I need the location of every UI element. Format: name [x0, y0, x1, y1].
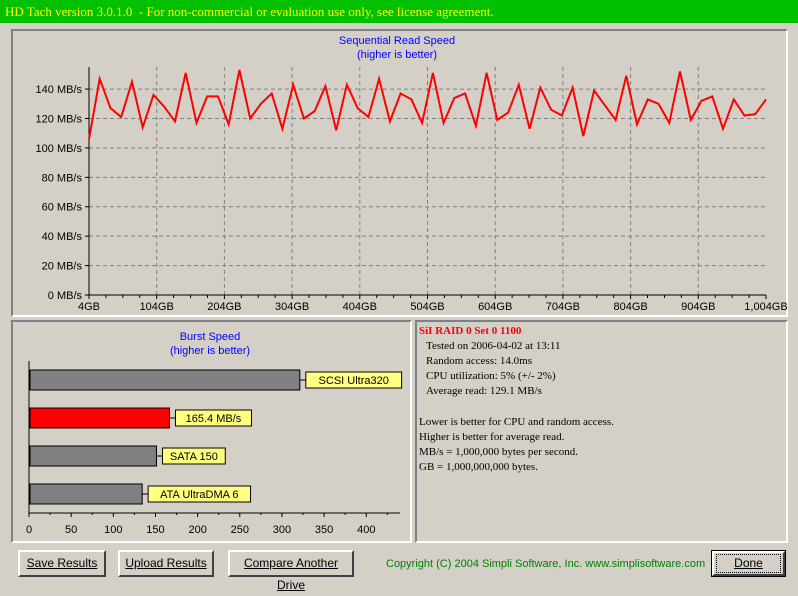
note-higher-better: Higher is better for average read. — [419, 431, 565, 443]
save-results-button[interactable]: Save Results — [18, 550, 106, 577]
note-mb-definition: MB/s = 1,000,000 bytes per second. — [419, 446, 578, 458]
done-button[interactable]: Done — [711, 550, 786, 577]
compare-drive-label: Compare Another Drive — [243, 556, 339, 592]
random-access: Random access: 14.0ms — [426, 355, 533, 367]
upload-results-button[interactable]: Upload Results — [118, 550, 214, 577]
note-lower-better: Lower is better for CPU and random acces… — [419, 416, 614, 428]
compare-drive-button[interactable]: Compare Another Drive — [228, 550, 354, 592]
cpu-utilization: CPU utilization: 5% (+/- 2%) — [426, 370, 556, 382]
copyright-text: Copyright (C) 2004 Simpli Software, Inc.… — [386, 558, 706, 570]
sequential-read-panel — [11, 29, 788, 317]
average-read: Average read: 129.1 MB/s — [426, 385, 542, 397]
drive-name: SiI RAID 0 Set 0 1100 — [419, 325, 522, 337]
save-results-label: Save Results — [26, 556, 98, 570]
upload-results-label: Upload Results — [125, 556, 207, 570]
note-gb-definition: GB = 1,000,000,000 bytes. — [419, 461, 538, 473]
tested-date: Tested on 2006-04-02 at 13:11 — [426, 340, 561, 352]
burst-speed-panel — [11, 320, 412, 543]
window-title: HD Tach version 3.0.1.0 - For non-commer… — [0, 0, 798, 23]
